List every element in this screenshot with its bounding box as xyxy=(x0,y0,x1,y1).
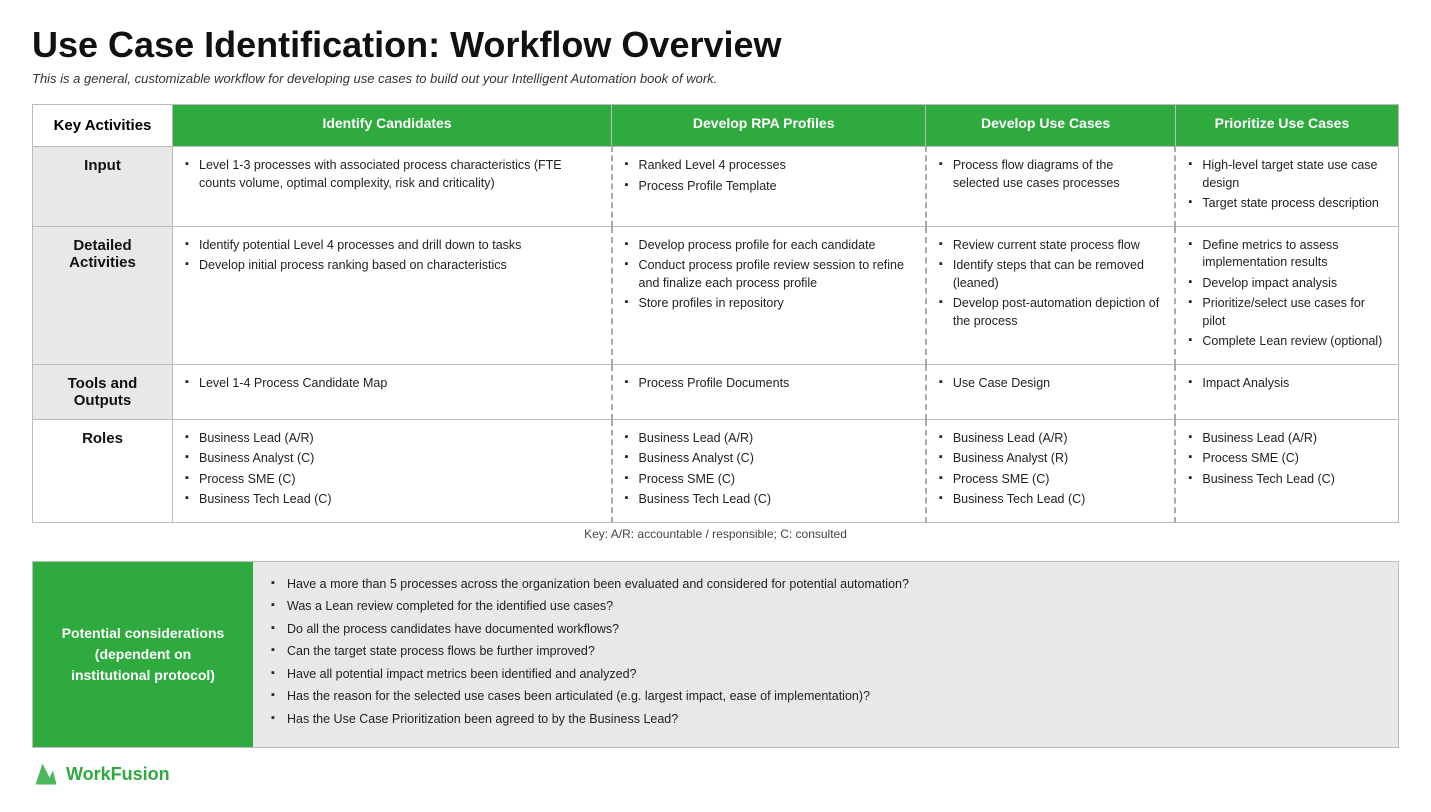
list-item: Use Case Design xyxy=(939,375,1163,393)
cell-1-2: Review current state process flow Identif… xyxy=(926,226,1176,364)
list-item: Business Analyst (C) xyxy=(625,450,913,468)
list-item: Process SME (C) xyxy=(939,471,1163,489)
list-item: Business Lead (A/R) xyxy=(625,430,913,448)
list-item: Review current state process flow xyxy=(939,237,1163,255)
considerations-section: Potential considerations(dependent onins… xyxy=(32,561,1399,749)
col-header-identify: Identify Candidates xyxy=(173,105,612,147)
list-item: Develop impact analysis xyxy=(1188,275,1386,293)
prioritize-arrow: Prioritize Use Cases xyxy=(1176,105,1398,141)
identify-arrow: Identify Candidates xyxy=(173,105,611,141)
list-item: Has the Use Case Prioritization been agr… xyxy=(271,711,1380,729)
list-item: Process Profile Template xyxy=(625,178,913,196)
workflow-table: Key Activities Identify Candidates Devel… xyxy=(32,104,1399,523)
cell-0-1: Ranked Level 4 processes Process Profile … xyxy=(612,147,926,227)
cell-2-0: Level 1-4 Process Candidate Map xyxy=(173,364,612,419)
list-item: Store profiles in repository xyxy=(625,295,913,313)
list-item: Business Analyst (R) xyxy=(939,450,1163,468)
roles-key: Key: A/R: accountable / responsible; C: … xyxy=(32,523,1399,547)
col-header-develop-rpa: Develop RPA Profiles xyxy=(612,105,926,147)
list-item: Process SME (C) xyxy=(185,471,599,489)
list-item: Do all the process candidates have docum… xyxy=(271,621,1380,639)
cell-2-2: Use Case Design xyxy=(926,364,1176,419)
list-item: Ranked Level 4 processes xyxy=(625,157,913,175)
list-item: Have a more than 5 processes across the … xyxy=(271,576,1380,594)
cell-1-3: Define metrics to assess implementation … xyxy=(1175,226,1398,364)
list-item: Business Tech Lead (C) xyxy=(625,491,913,509)
list-item: Business Tech Lead (C) xyxy=(939,491,1163,509)
list-item: High-level target state use case design xyxy=(1188,157,1386,192)
list-item: Develop post-automation depiction of the… xyxy=(939,295,1163,330)
logo-text: WorkFusion xyxy=(66,764,170,785)
list-item: Level 1-4 Process Candidate Map xyxy=(185,375,599,393)
cell-3-1: Business Lead (A/R) Business Analyst (C) P… xyxy=(612,419,926,522)
considerations-label: Potential considerations(dependent onins… xyxy=(33,562,253,748)
cell-3-0: Business Lead (A/R) Business Analyst (C) P… xyxy=(173,419,612,522)
cell-2-1: Process Profile Documents xyxy=(612,364,926,419)
list-item: Level 1-3 processes with associated proc… xyxy=(185,157,599,192)
list-item: Process SME (C) xyxy=(625,471,913,489)
develop-rpa-arrow: Develop RPA Profiles xyxy=(612,105,925,141)
list-item: Develop process profile for each candida… xyxy=(625,237,913,255)
list-item: Process flow diagrams of the selected us… xyxy=(939,157,1163,192)
list-item: Process SME (C) xyxy=(1188,450,1386,468)
cell-0-0: Level 1-3 processes with associated proc… xyxy=(173,147,612,227)
list-item: Develop initial process ranking based on… xyxy=(185,257,599,275)
cell-3-2: Business Lead (A/R) Business Analyst (R) P… xyxy=(926,419,1176,522)
cell-0-3: High-level target state use case design T… xyxy=(1175,147,1398,227)
page-title: Use Case Identification: Workflow Overvi… xyxy=(32,24,1399,65)
list-item: Business Analyst (C) xyxy=(185,450,599,468)
page-subtitle: This is a general, customizable workflow… xyxy=(32,71,1399,86)
corner-header: Key Activities xyxy=(33,105,173,147)
cell-1-1: Develop process profile for each candida… xyxy=(612,226,926,364)
cell-3-3: Business Lead (A/R) Process SME (C) Busine… xyxy=(1175,419,1398,522)
list-item: Prioritize/select use cases for pilot xyxy=(1188,295,1386,330)
list-item: Have all potential impact metrics been i… xyxy=(271,666,1380,684)
list-item: Identify steps that can be removed (lean… xyxy=(939,257,1163,292)
list-item: Complete Lean review (optional) xyxy=(1188,333,1386,351)
row-label-2: Tools and Outputs xyxy=(33,364,173,419)
list-item: Identify potential Level 4 processes and… xyxy=(185,237,599,255)
row-label-1: Detailed Activities xyxy=(33,226,173,364)
list-item: Target state process description xyxy=(1188,195,1386,213)
list-item: Business Tech Lead (C) xyxy=(185,491,599,509)
list-item: Process Profile Documents xyxy=(625,375,913,393)
col-header-prioritize: Prioritize Use Cases xyxy=(1175,105,1398,147)
row-label-3: Roles xyxy=(33,419,173,522)
list-item: Business Lead (A/R) xyxy=(1188,430,1386,448)
list-item: Impact Analysis xyxy=(1188,375,1386,393)
develop-uc-arrow: Develop Use Cases xyxy=(926,105,1175,141)
list-item: Business Lead (A/R) xyxy=(939,430,1163,448)
list-item: Can the target state process flows be fu… xyxy=(271,643,1380,661)
considerations-list: Have a more than 5 processes across the … xyxy=(271,576,1380,729)
workfusion-logo: WorkFusion xyxy=(32,760,1399,788)
considerations-content: Have a more than 5 processes across the … xyxy=(253,562,1398,748)
cell-0-2: Process flow diagrams of the selected us… xyxy=(926,147,1176,227)
list-item: Has the reason for the selected use case… xyxy=(271,688,1380,706)
list-item: Was a Lean review completed for the iden… xyxy=(271,598,1380,616)
workfusion-logo-icon xyxy=(32,760,60,788)
cell-2-3: Impact Analysis xyxy=(1175,364,1398,419)
list-item: Conduct process profile review session t… xyxy=(625,257,913,292)
list-item: Business Tech Lead (C) xyxy=(1188,471,1386,489)
list-item: Define metrics to assess implementation … xyxy=(1188,237,1386,272)
col-header-develop-uc: Develop Use Cases xyxy=(926,105,1176,147)
cell-1-0: Identify potential Level 4 processes and… xyxy=(173,226,612,364)
row-label-0: Input xyxy=(33,147,173,227)
list-item: Business Lead (A/R) xyxy=(185,430,599,448)
